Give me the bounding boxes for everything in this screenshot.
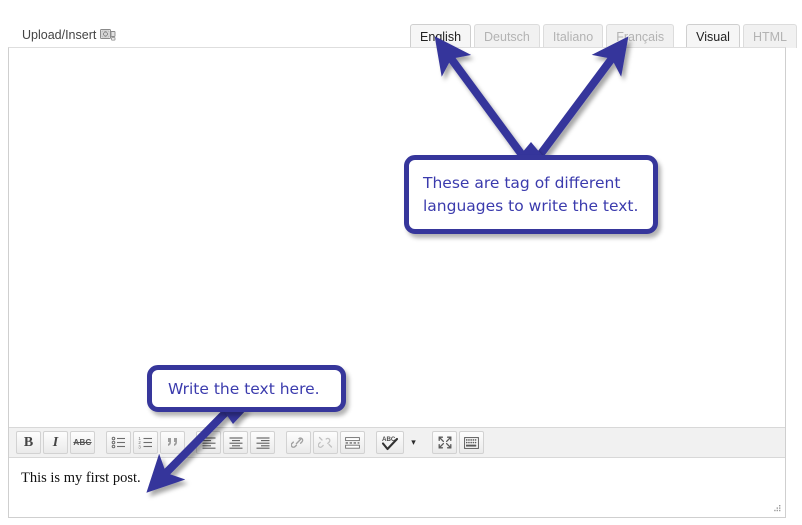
strikethrough-button[interactable]: ABC: [70, 431, 95, 454]
tab-html[interactable]: HTML: [742, 24, 797, 48]
upload-insert-label: Upload/Insert: [22, 28, 97, 42]
editor-toolbar: B I ABC 123 ABC ▾: [9, 427, 785, 458]
unlink-button[interactable]: [313, 431, 338, 454]
editor-blank-area[interactable]: [9, 48, 785, 426]
spellcheck-button[interactable]: ABC: [376, 431, 404, 454]
top-bar: Upload/Insert English Deutsch Italiano F…: [0, 0, 802, 48]
spellcheck-dropdown-button[interactable]: ▾: [406, 431, 421, 454]
align-left-button[interactable]: [196, 431, 221, 454]
post-content-text[interactable]: This is my first post.: [9, 459, 785, 498]
strikethrough-glyph: ABC: [73, 438, 92, 447]
italic-button[interactable]: I: [43, 431, 68, 454]
tab-english[interactable]: English: [410, 24, 472, 48]
tab-francais[interactable]: Français: [606, 24, 675, 48]
unordered-list-button[interactable]: [106, 431, 131, 454]
blockquote-button[interactable]: [160, 431, 185, 454]
align-right-button[interactable]: [250, 431, 275, 454]
insert-link-button[interactable]: [286, 431, 311, 454]
ordered-list-button[interactable]: 123: [133, 431, 158, 454]
chevron-down-icon: ▾: [411, 437, 416, 447]
tab-deutsch[interactable]: Deutsch: [474, 24, 540, 48]
tab-visual[interactable]: Visual: [686, 24, 740, 48]
bold-glyph: B: [23, 434, 34, 450]
editor-tabs: English Deutsch Italiano Français Visual…: [410, 23, 797, 48]
align-center-button[interactable]: [223, 431, 248, 454]
insert-more-tag-button[interactable]: [340, 431, 365, 454]
italic-glyph: I: [52, 434, 59, 450]
fullscreen-button[interactable]: [432, 431, 457, 454]
kitchen-sink-button[interactable]: [459, 431, 484, 454]
bold-button[interactable]: B: [16, 431, 41, 454]
resize-grip-icon[interactable]: [770, 502, 782, 514]
post-editor: B I ABC 123 ABC ▾ This is my first post.: [8, 47, 786, 518]
media-upload-icon[interactable]: [100, 27, 116, 43]
svg-text:3: 3: [138, 444, 141, 449]
tab-italiano[interactable]: Italiano: [542, 24, 604, 48]
